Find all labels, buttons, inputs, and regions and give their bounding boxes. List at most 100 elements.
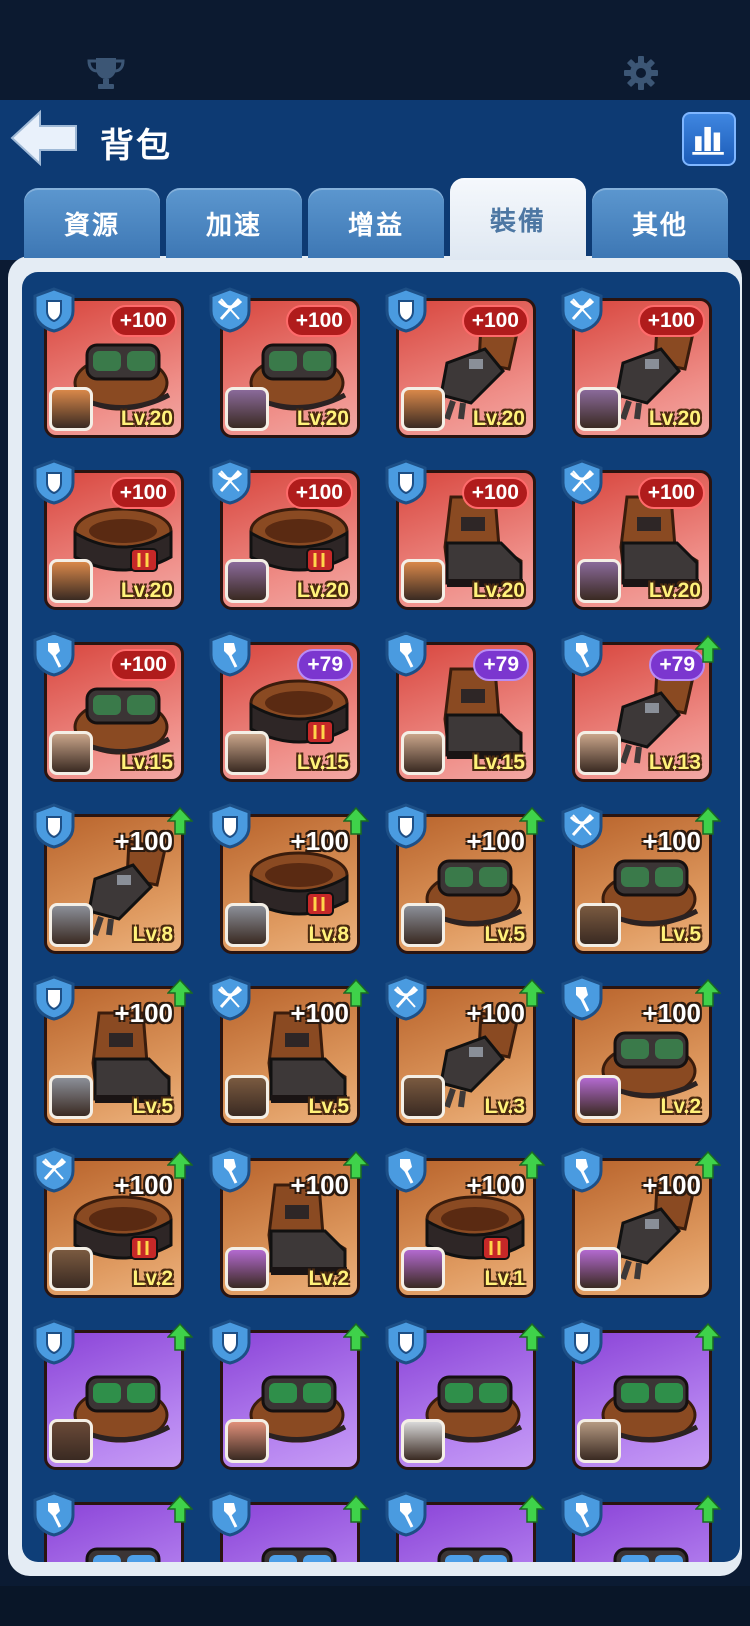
equipment-item-card[interactable]: +100 Lv.20 [561, 459, 712, 610]
bonus-badge: +100 [466, 1169, 525, 1200]
tab-equipment[interactable]: 裝備 [450, 178, 586, 260]
equipment-item-card[interactable]: +100 Lv.2 [33, 1147, 193, 1298]
equipment-item-card[interactable]: +79 Lv.13 [561, 631, 721, 782]
hero-portrait-avatar [401, 1247, 445, 1291]
equipment-item-card[interactable] [209, 1491, 369, 1562]
bonus-badge: +100 [114, 1169, 173, 1200]
equipment-item-card[interactable]: +100 Lv.5 [33, 975, 193, 1126]
upgrade-arrow-icon [167, 1151, 193, 1179]
hero-portrait-avatar [225, 559, 269, 603]
shovel-type-icon [561, 1147, 603, 1193]
equipment-item-card[interactable] [561, 1491, 721, 1562]
equipment-item-card[interactable] [385, 1319, 545, 1470]
shield-type-icon [33, 803, 75, 849]
bonus-badge: +100 [109, 477, 177, 509]
tab-boosts[interactable]: 增益 [308, 188, 444, 258]
item-level-label: Lv.2 [308, 1267, 349, 1290]
equipment-item-card[interactable]: +100 Lv.5 [561, 803, 721, 954]
upgrade-arrow-icon [695, 1495, 721, 1523]
equipment-item-card[interactable]: +100 Lv.20 [33, 287, 184, 438]
stats-button[interactable] [682, 112, 736, 166]
equipment-item-card[interactable] [561, 1319, 721, 1470]
hero-portrait-avatar [577, 1075, 621, 1119]
upgrade-arrow-icon [167, 807, 193, 835]
item-level-label: Lv.5 [308, 1095, 349, 1118]
blue-goggles-icon [85, 1547, 161, 1562]
tab-speedups[interactable]: 加速 [166, 188, 302, 258]
hero-portrait-avatar [577, 387, 621, 431]
hero-portrait-avatar [49, 387, 93, 431]
equipment-item-card[interactable]: +100 [561, 1147, 721, 1298]
equipment-item-card[interactable] [385, 1491, 545, 1562]
item-level-label: Lv.20 [648, 579, 701, 602]
upgrade-arrow-icon [343, 1323, 369, 1351]
equipment-item-card[interactable]: +100 Lv.8 [33, 803, 193, 954]
upgrade-arrow-icon [343, 979, 369, 1007]
upgrade-arrow-icon [343, 807, 369, 835]
equipment-item-card[interactable]: +79 Lv.15 [209, 631, 360, 782]
equipment-item-card[interactable] [209, 1319, 369, 1470]
upgrade-arrow-icon [519, 979, 545, 1007]
hero-portrait-avatar [577, 731, 621, 775]
equipment-item-card[interactable]: +100 Lv.5 [385, 803, 545, 954]
item-level-label: Lv.5 [660, 923, 701, 946]
gear-icon[interactable] [624, 56, 658, 90]
crossbow-type-icon [209, 459, 251, 505]
item-level-label: Lv.2 [132, 1267, 173, 1290]
equipment-item-card[interactable]: +100 Lv.20 [209, 287, 360, 438]
item-level-label: Lv.20 [472, 407, 525, 430]
bonus-badge: +100 [637, 477, 705, 509]
crossbow-type-icon [561, 287, 603, 333]
hero-portrait-avatar [225, 387, 269, 431]
equipment-item-card[interactable]: +100 Lv.15 [33, 631, 184, 782]
item-level-label: Lv.20 [472, 579, 525, 602]
tab-other[interactable]: 其他 [592, 188, 728, 258]
equipment-item-card[interactable]: +100 Lv.3 [385, 975, 545, 1126]
bonus-badge: +100 [285, 477, 353, 509]
hero-portrait-avatar [49, 559, 93, 603]
tab-resources[interactable]: 資源 [24, 188, 160, 258]
hero-portrait-avatar [401, 387, 445, 431]
hero-portrait-avatar [49, 731, 93, 775]
bar-chart-icon [692, 126, 724, 155]
item-level-label: Lv.8 [132, 923, 173, 946]
upgrade-arrow-icon [695, 1151, 721, 1179]
hero-portrait-avatar [49, 903, 93, 947]
item-level-label: Lv.15 [120, 751, 173, 774]
equipment-item-card[interactable]: +100 Lv.20 [385, 459, 536, 610]
shield-type-icon [385, 803, 427, 849]
equipment-item-card[interactable]: +100 Lv.5 [209, 975, 369, 1126]
equipment-item-card[interactable]: +100 Lv.2 [209, 1147, 369, 1298]
bonus-badge: +79 [473, 649, 529, 681]
shovel-type-icon [209, 1491, 251, 1537]
trophy-icon[interactable] [86, 56, 126, 90]
upgrade-arrow-icon [343, 1495, 369, 1523]
equipment-item-card[interactable] [33, 1319, 193, 1470]
bonus-badge: +100 [466, 997, 525, 1028]
upgrade-arrow-icon [695, 807, 721, 835]
equipment-item-card[interactable]: +100 Lv.20 [561, 287, 712, 438]
item-level-label: Lv.8 [308, 923, 349, 946]
crossbow-type-icon [209, 287, 251, 333]
equipment-item-card[interactable]: +79 Lv.15 [385, 631, 536, 782]
equipment-item-card[interactable]: +100 Lv.2 [561, 975, 721, 1126]
bonus-badge: +100 [109, 305, 177, 337]
equipment-item-card[interactable]: +100 Lv.20 [385, 287, 536, 438]
equipment-item-card[interactable] [33, 1491, 193, 1562]
equipment-item-card[interactable]: +100 Lv.20 [33, 459, 184, 610]
upgrade-arrow-icon [519, 807, 545, 835]
equipment-item-card[interactable]: +100 Lv.1 [385, 1147, 545, 1298]
item-level-label: Lv.15 [296, 751, 349, 774]
shield-type-icon [561, 1319, 603, 1365]
back-arrow-icon[interactable] [8, 108, 80, 168]
hero-portrait-avatar [225, 903, 269, 947]
item-level-label: Lv.5 [484, 923, 525, 946]
hero-portrait-avatar [49, 1247, 93, 1291]
item-level-label: Lv.20 [296, 579, 349, 602]
equipment-item-card[interactable]: +100 Lv.8 [209, 803, 369, 954]
hero-portrait-avatar [225, 1075, 269, 1119]
equipment-item-card[interactable]: +100 Lv.20 [209, 459, 360, 610]
upgrade-arrow-icon [695, 979, 721, 1007]
hero-portrait-avatar [49, 1419, 93, 1463]
hero-portrait-avatar [225, 731, 269, 775]
